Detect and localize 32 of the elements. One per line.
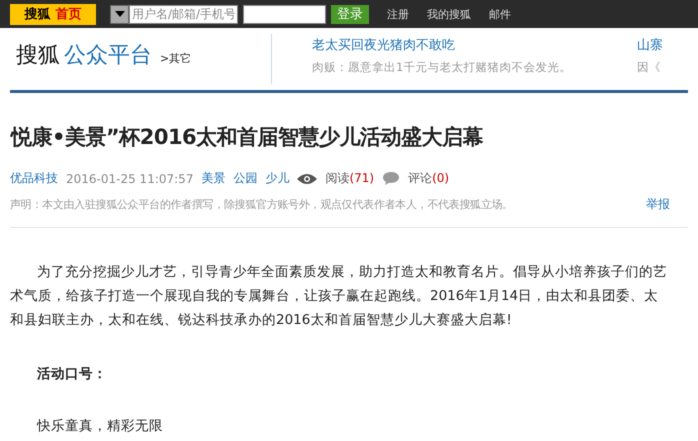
publish-time: 2016-01-25 11:07:57 <box>66 172 194 186</box>
brand-name: 搜狐 <box>16 42 60 70</box>
tag-link[interactable]: 公园 <box>233 170 258 187</box>
top-link[interactable]: 我的搜狐 <box>427 6 471 22</box>
caret-icon <box>114 11 124 17</box>
login-button[interactable]: 登录 <box>331 4 369 24</box>
source-link[interactable]: 优品科技 <box>10 170 58 187</box>
dropdown-button[interactable] <box>110 4 129 24</box>
logo-text: 搜狐 <box>24 6 50 23</box>
tag-link[interactable]: 美景 <box>201 170 226 187</box>
tag-link[interactable]: 少儿 <box>265 170 290 187</box>
read-count: 阅读(71) <box>325 170 374 187</box>
comment-count: 评论(0) <box>408 170 450 187</box>
paragraph: 快乐童真，精彩无限 <box>36 417 164 436</box>
other-link[interactable]: >其它 <box>160 51 192 66</box>
report-link[interactable]: 举报 <box>646 196 670 213</box>
section-heading: 活动口号： <box>36 365 108 384</box>
top-link[interactable]: 邮件 <box>489 6 511 22</box>
news-title[interactable]: 山寨 <box>637 36 663 54</box>
news-title[interactable]: 老太买回夜光猪肉不敢吃 <box>312 36 637 54</box>
comment-icon <box>382 171 400 186</box>
password-field[interactable] <box>243 4 326 24</box>
news-summary: 肉贩：愿意拿出1千元与老太打赌猪肉不会发光。 <box>312 60 572 75</box>
home-link[interactable]: 首页 <box>56 5 82 23</box>
platform-name: 公众平台 <box>64 42 152 70</box>
top-link[interactable]: 注册 <box>387 6 409 22</box>
paragraph: 为了充分挖掘少儿才艺，引导青少年全面素质发展，助力打造太和教育名片。倡导从小培养孩子们的艺术气质，给孩子打造一个展现自我的专属舞台，让孩子赢在起跑线。2016年1月14日，由太和县团委、太和县妇联主办，太和在线、锐达科技承办的2016太和首届智慧少儿大赛盛大启幕! <box>10 263 668 330</box>
disclaimer: 声明：本文由入驻搜狐公众平台的作者撰写，除搜狐官方账号外，观点仅代表作者本人，不代表搜狐立场。 <box>10 197 513 212</box>
eye-icon <box>297 172 318 184</box>
news-summary: 因《 <box>637 60 662 75</box>
logo[interactable]: 搜狐 首页 <box>10 4 96 24</box>
article-title: 悦康•美景”杯2016太和首届智慧少儿活动盛大启幕 <box>11 124 484 151</box>
